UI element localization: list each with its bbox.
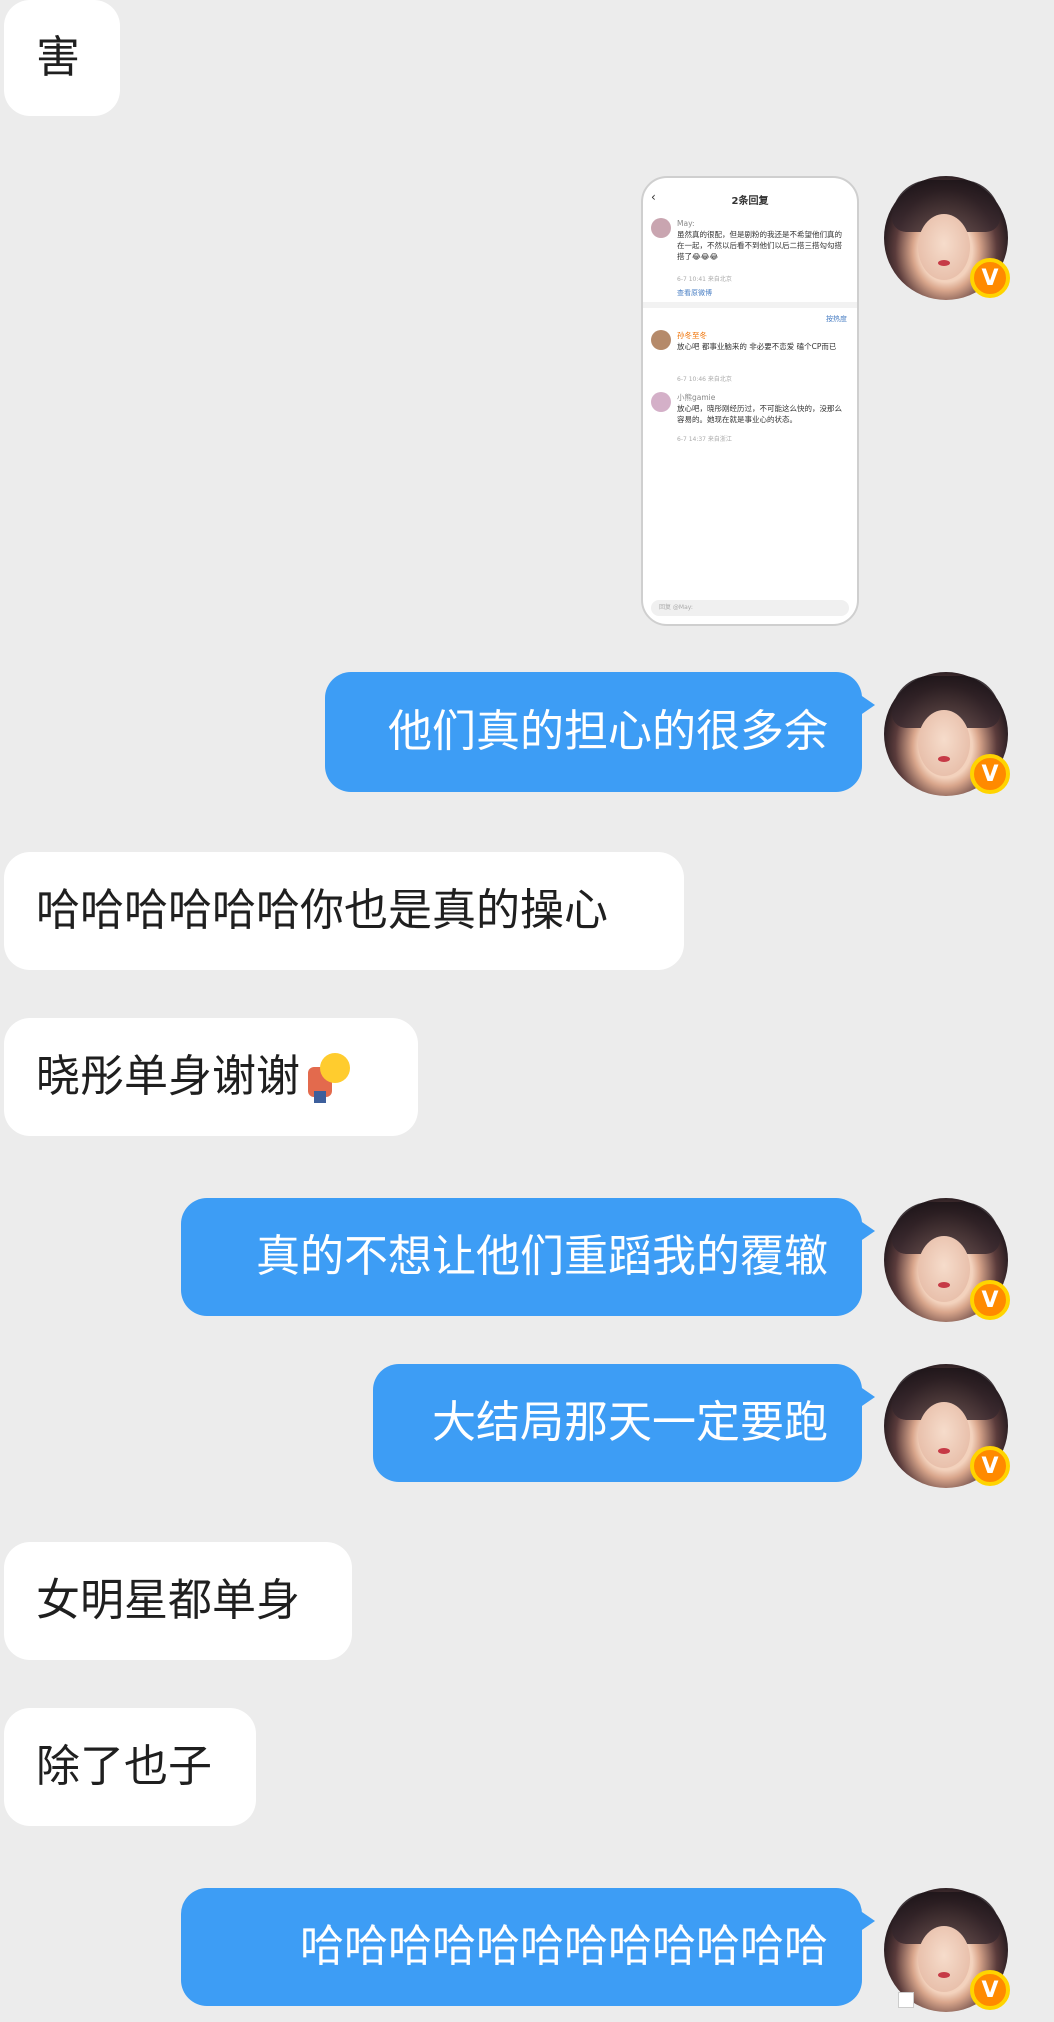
message-bubble-left[interactable]: 晓彤单身谢谢 xyxy=(4,1018,418,1136)
message-text: 哈哈哈哈哈哈你也是真的操心 xyxy=(36,885,608,936)
message-bubble-right[interactable]: 大结局那天一定要跑 xyxy=(373,1364,875,1482)
message-bubble-left[interactable]: 除了也子 xyxy=(4,1708,256,1826)
shared-screenshot-image[interactable]: ‹ 2条回复 May: 虽然真的很配，但是剧粉的我还是不希望他们真的在一起，不然… xyxy=(641,176,859,626)
divider xyxy=(643,302,857,308)
message-bubble-right[interactable]: 哈哈哈哈哈哈哈哈哈哈哈哈 xyxy=(181,1888,875,2006)
screenshot-main-comment: May: 虽然真的很配，但是剧粉的我还是不希望他们真的在一起，不然以后看不到他们… xyxy=(677,218,849,262)
verified-badge-icon: V xyxy=(970,1970,1010,2010)
screenshot-title: 2条回复 xyxy=(731,196,769,207)
view-original-link: 查看原微博 xyxy=(677,289,712,297)
verified-badge-icon: V xyxy=(970,1280,1010,1320)
screenshot-reply-2: 小熊gamie 放心吧，晓彤刚经历过，不可能这么快的，没那么容易的。她现在就是事… xyxy=(677,392,849,425)
message-bubble-left[interactable]: 哈哈哈哈哈哈你也是真的操心 xyxy=(4,852,684,970)
message-bubble-left[interactable]: 害 xyxy=(4,0,120,116)
comment-text: 虽然真的很配，但是剧粉的我还是不希望他们真的在一起，不然以后看不到他们以后二搭三… xyxy=(677,230,842,261)
reply-text: 放心吧，晓彤刚经历过，不可能这么快的，没那么容易的。她现在就是事业心的状态。 xyxy=(677,404,842,424)
comment-meta: 6-7 10:41 来自北京 xyxy=(677,276,732,283)
avatar[interactable]: V xyxy=(884,176,1010,300)
verified-badge-icon: V xyxy=(970,754,1010,794)
sort-label: 按热度 xyxy=(826,315,847,323)
verified-badge-icon: V xyxy=(970,1446,1010,1486)
reply-author: 小熊gamie xyxy=(677,393,716,402)
person-bowing-emoji-icon xyxy=(304,1053,350,1103)
avatar[interactable]: V xyxy=(884,672,1010,796)
avatar[interactable]: V xyxy=(884,1364,1010,1488)
message-text: 晓彤单身谢谢 xyxy=(36,1051,300,1102)
message-bubble-left[interactable]: 女明星都单身 xyxy=(4,1542,352,1660)
message-text: 除了也子 xyxy=(36,1741,212,1792)
message-text: 大结局那天一定要跑 xyxy=(432,1397,828,1448)
avatar xyxy=(651,218,671,238)
message-text: 女明星都单身 xyxy=(36,1575,300,1626)
reply-author: 孙冬至冬 xyxy=(677,331,707,340)
avatar xyxy=(651,392,671,412)
message-text: 真的不想让他们重蹈我的覆辙 xyxy=(256,1231,828,1282)
avatar[interactable]: V xyxy=(884,1198,1010,1322)
reply-input: 回复 @May: xyxy=(651,600,849,616)
message-bubble-right[interactable]: 真的不想让他们重蹈我的覆辙 xyxy=(181,1198,875,1316)
avatar xyxy=(651,330,671,350)
message-bubble-right[interactable]: 他们真的担心的很多余 xyxy=(325,672,875,792)
screenshot-reply-1: 孙冬至冬 放心吧 都事业脑来的 非必要不恋爱 磕个CP而已 xyxy=(677,330,849,352)
message-text: 他们真的担心的很多余 xyxy=(388,706,828,757)
reply-meta: 6-7 14:37 来自浙江 xyxy=(677,436,732,443)
comment-author: May: xyxy=(677,219,695,228)
message-text: 哈哈哈哈哈哈哈哈哈哈哈哈 xyxy=(300,1921,828,1972)
reply-meta: 6-7 10:46 来自北京 xyxy=(677,376,732,383)
verified-badge-icon: V xyxy=(970,258,1010,298)
reply-text: 放心吧 都事业脑来的 非必要不恋爱 磕个CP而已 xyxy=(677,342,837,351)
message-text: 害 xyxy=(36,32,80,83)
scroll-indicator xyxy=(898,1992,914,2008)
